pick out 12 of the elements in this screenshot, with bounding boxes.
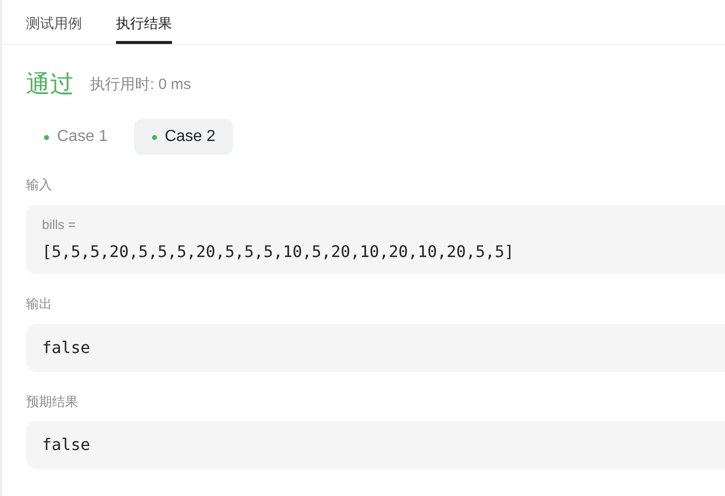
case-tab[interactable]: Case 2	[134, 119, 234, 155]
expected-value: false	[42, 434, 92, 456]
section-label: 输出	[26, 295, 53, 313]
tab[interactable]: 测试用例	[26, 13, 82, 44]
result-status: 通过	[26, 70, 74, 100]
runtime-text: 执行用时: 0 ms	[90, 74, 191, 95]
variable-value: [5,5,5,20,5,5,5,20,5,5,5,10,5,20,10,20,10,20,5,5]	[42, 241, 516, 263]
tab[interactable]: 执行结果	[116, 13, 172, 44]
section-label: 预期结果	[26, 392, 79, 410]
variable-name: bills =	[42, 216, 77, 234]
section-label: 输入	[26, 176, 53, 194]
output-value: false	[42, 336, 92, 358]
